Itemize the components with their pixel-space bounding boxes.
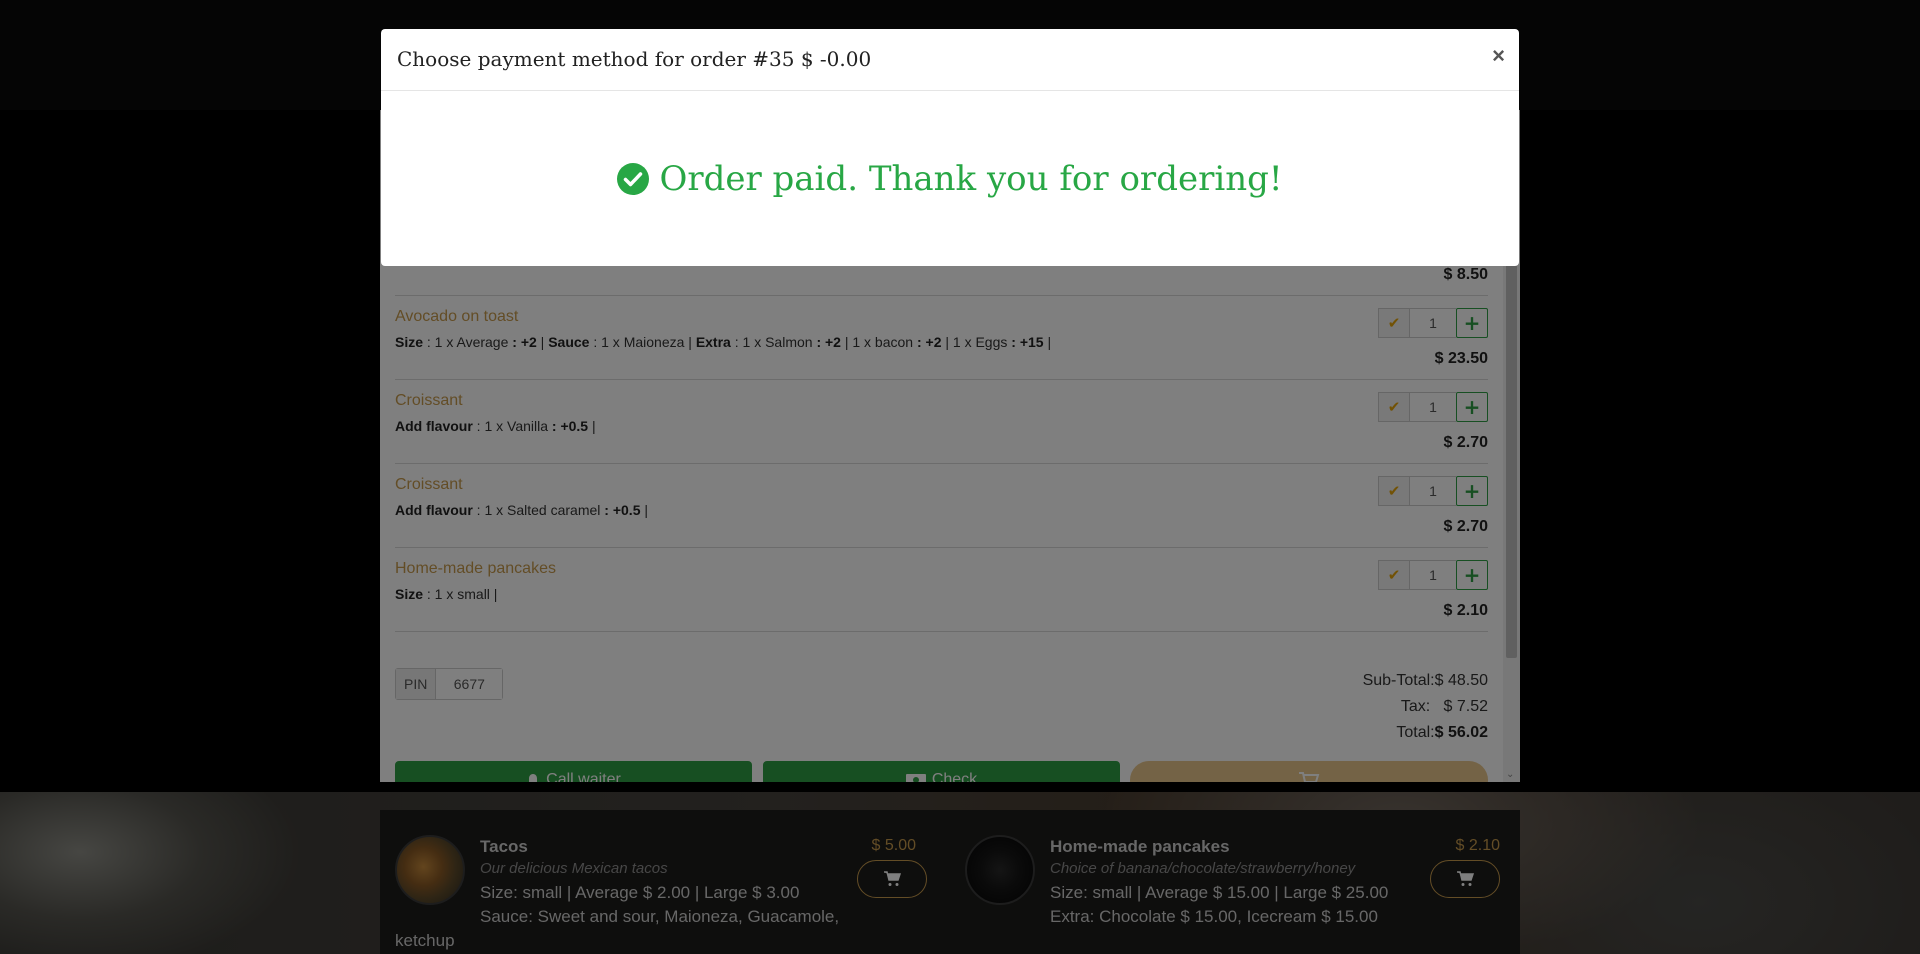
payment-modal: Choose payment method for order #35 $ -0… (381, 29, 1519, 266)
modal-body: Order paid. Thank you for ordering! (381, 91, 1519, 266)
payment-success-message: Order paid. Thank you for ordering! (659, 158, 1283, 199)
modal-header: Choose payment method for order #35 $ -0… (381, 29, 1519, 91)
modal-title: Choose payment method for order #35 $ -0… (397, 47, 872, 71)
close-button[interactable]: × (1492, 43, 1505, 69)
page: Avocado on toastSize : 1 x Average : +2 … (0, 0, 1920, 954)
check-circle-icon (617, 162, 650, 195)
